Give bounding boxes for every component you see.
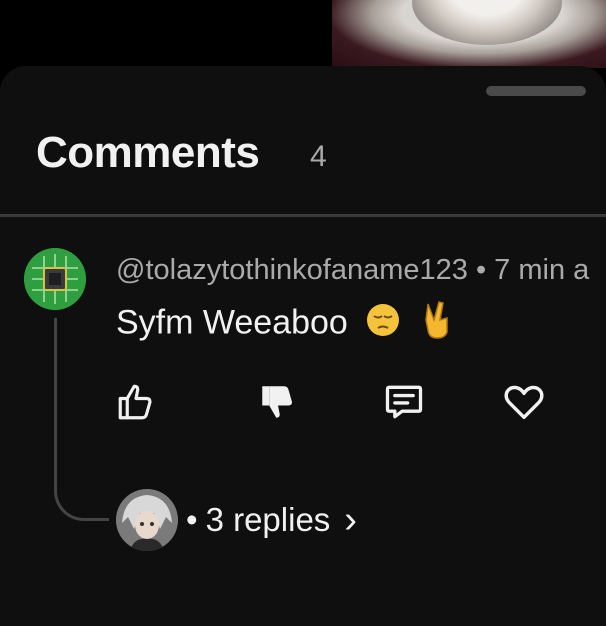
dislike-button[interactable]: [254, 378, 302, 426]
heart-button[interactable]: [500, 378, 548, 426]
anime-avatar-icon: [116, 489, 178, 551]
reply-button[interactable]: [380, 378, 428, 426]
comment-meta: @tolazytothinkofaname123 • 7 min a: [116, 254, 589, 287]
heart-icon: [504, 385, 544, 420]
comment-body: Syfm Weeaboo: [116, 300, 455, 349]
meta-separator: •: [475, 254, 487, 286]
thumbs-down-icon: [262, 386, 292, 418]
comment-time: 7 min a: [494, 254, 590, 286]
circuit-chip-icon: [24, 248, 86, 310]
comments-count: 4: [310, 140, 327, 173]
thumbs-up-icon: [118, 384, 152, 420]
header-divider: [0, 214, 606, 217]
video-thumbnail-image: [412, 0, 562, 45]
reply-avatar: [116, 489, 178, 551]
video-thumbnail[interactable]: [332, 0, 606, 68]
avatar[interactable]: [24, 248, 86, 310]
pensive-face-emoji: [365, 302, 401, 347]
victory-hand-emoji: [419, 300, 455, 349]
reply-icon: [385, 385, 423, 419]
replies-count[interactable]: 3 replies: [206, 501, 331, 539]
like-button[interactable]: [112, 378, 160, 426]
thread-line: [54, 318, 109, 521]
comments-title: Comments: [36, 128, 260, 177]
comment-text: Syfm Weeaboo: [116, 303, 348, 342]
chevron-right-icon: ›: [344, 498, 357, 541]
replies-separator: •: [186, 501, 198, 538]
replies-row[interactable]: • 3 replies ›: [116, 488, 357, 552]
drag-handle[interactable]: [486, 86, 586, 96]
comment-author[interactable]: @tolazytothinkofaname123: [116, 254, 468, 286]
